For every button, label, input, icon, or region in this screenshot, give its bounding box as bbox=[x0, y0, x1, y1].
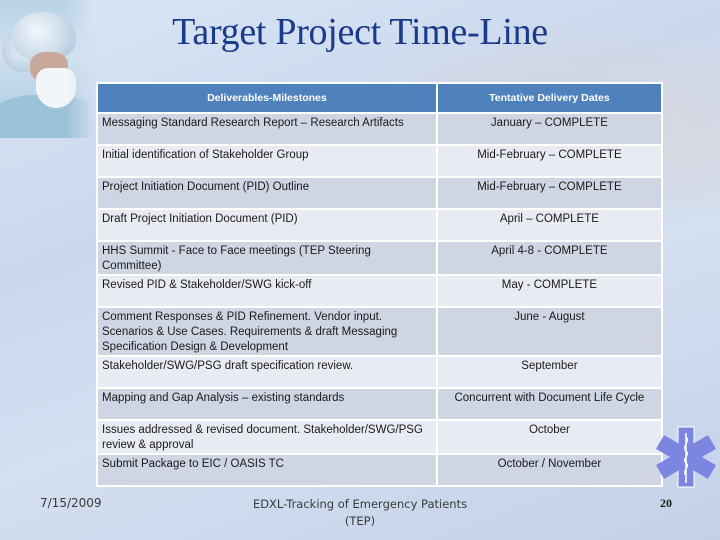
photo-mask bbox=[36, 68, 76, 108]
header-dates: Tentative Delivery Dates bbox=[437, 84, 661, 112]
table-header-row: Deliverables-Milestones Tentative Delive… bbox=[98, 84, 661, 112]
date-cell: January – COMPLETE bbox=[437, 114, 661, 144]
footer-title-line2: (TEP) bbox=[344, 514, 376, 528]
date-cell: Mid-February – COMPLETE bbox=[437, 146, 661, 176]
deliverable-cell: Messaging Standard Research Report – Res… bbox=[98, 114, 436, 144]
deliverable-cell: HHS Summit - Face to Face meetings (TEP … bbox=[98, 242, 436, 274]
date-cell: September bbox=[437, 357, 661, 387]
header-deliverables: Deliverables-Milestones bbox=[98, 84, 436, 112]
deliverable-cell: Mapping and Gap Analysis – existing stan… bbox=[98, 389, 436, 419]
slide-title: Target Project Time-Line bbox=[172, 11, 548, 53]
table-row: Mapping and Gap Analysis – existing stan… bbox=[98, 389, 661, 419]
table-row: Stakeholder/SWG/PSG draft specification … bbox=[98, 357, 661, 387]
date-cell: April – COMPLETE bbox=[437, 210, 661, 240]
table-row: Project Initiation Document (PID) Outlin… bbox=[98, 178, 661, 208]
deliverable-cell: Revised PID & Stakeholder/SWG kick-off bbox=[98, 276, 436, 306]
deliverable-cell: Stakeholder/SWG/PSG draft specification … bbox=[98, 357, 436, 387]
date-cell: April 4-8 - COMPLETE bbox=[437, 242, 661, 274]
star-of-life-icon bbox=[656, 426, 716, 488]
table-row: Submit Package to EIC / OASIS TC October… bbox=[98, 455, 661, 485]
date-cell: June - August bbox=[437, 308, 661, 355]
deliverable-cell: Initial identification of Stakeholder Gr… bbox=[98, 146, 436, 176]
table-row: Comment Responses & PID Refinement. Vend… bbox=[98, 308, 661, 355]
footer-title-line1: EDXL-Tracking of Emergency Patients bbox=[252, 497, 468, 511]
date-cell: October / November bbox=[437, 455, 661, 485]
footer-title: EDXL-Tracking of Emergency Patients (TEP… bbox=[230, 496, 490, 530]
footer-date: 7/15/2009 bbox=[40, 496, 102, 510]
date-cell: Mid-February – COMPLETE bbox=[437, 178, 661, 208]
deliverable-cell: Project Initiation Document (PID) Outlin… bbox=[98, 178, 436, 208]
table-row: HHS Summit - Face to Face meetings (TEP … bbox=[98, 242, 661, 274]
page-number: 20 bbox=[660, 496, 672, 510]
table-row: Initial identification of Stakeholder Gr… bbox=[98, 146, 661, 176]
deliverable-cell: Issues addressed & revised document. Sta… bbox=[98, 421, 436, 453]
date-cell: May - COMPLETE bbox=[437, 276, 661, 306]
table-row: Revised PID & Stakeholder/SWG kick-off M… bbox=[98, 276, 661, 306]
deliverable-cell: Submit Package to EIC / OASIS TC bbox=[98, 455, 436, 485]
deliverable-cell: Draft Project Initiation Document (PID) bbox=[98, 210, 436, 240]
deliverable-cell: Comment Responses & PID Refinement. Vend… bbox=[98, 308, 436, 355]
date-cell: Concurrent with Document Life Cycle bbox=[437, 389, 661, 419]
table-row: Messaging Standard Research Report – Res… bbox=[98, 114, 661, 144]
table-row: Draft Project Initiation Document (PID) … bbox=[98, 210, 661, 240]
date-cell: October bbox=[437, 421, 661, 453]
table-row: Issues addressed & revised document. Sta… bbox=[98, 421, 661, 453]
timeline-table: Deliverables-Milestones Tentative Delive… bbox=[96, 82, 663, 487]
